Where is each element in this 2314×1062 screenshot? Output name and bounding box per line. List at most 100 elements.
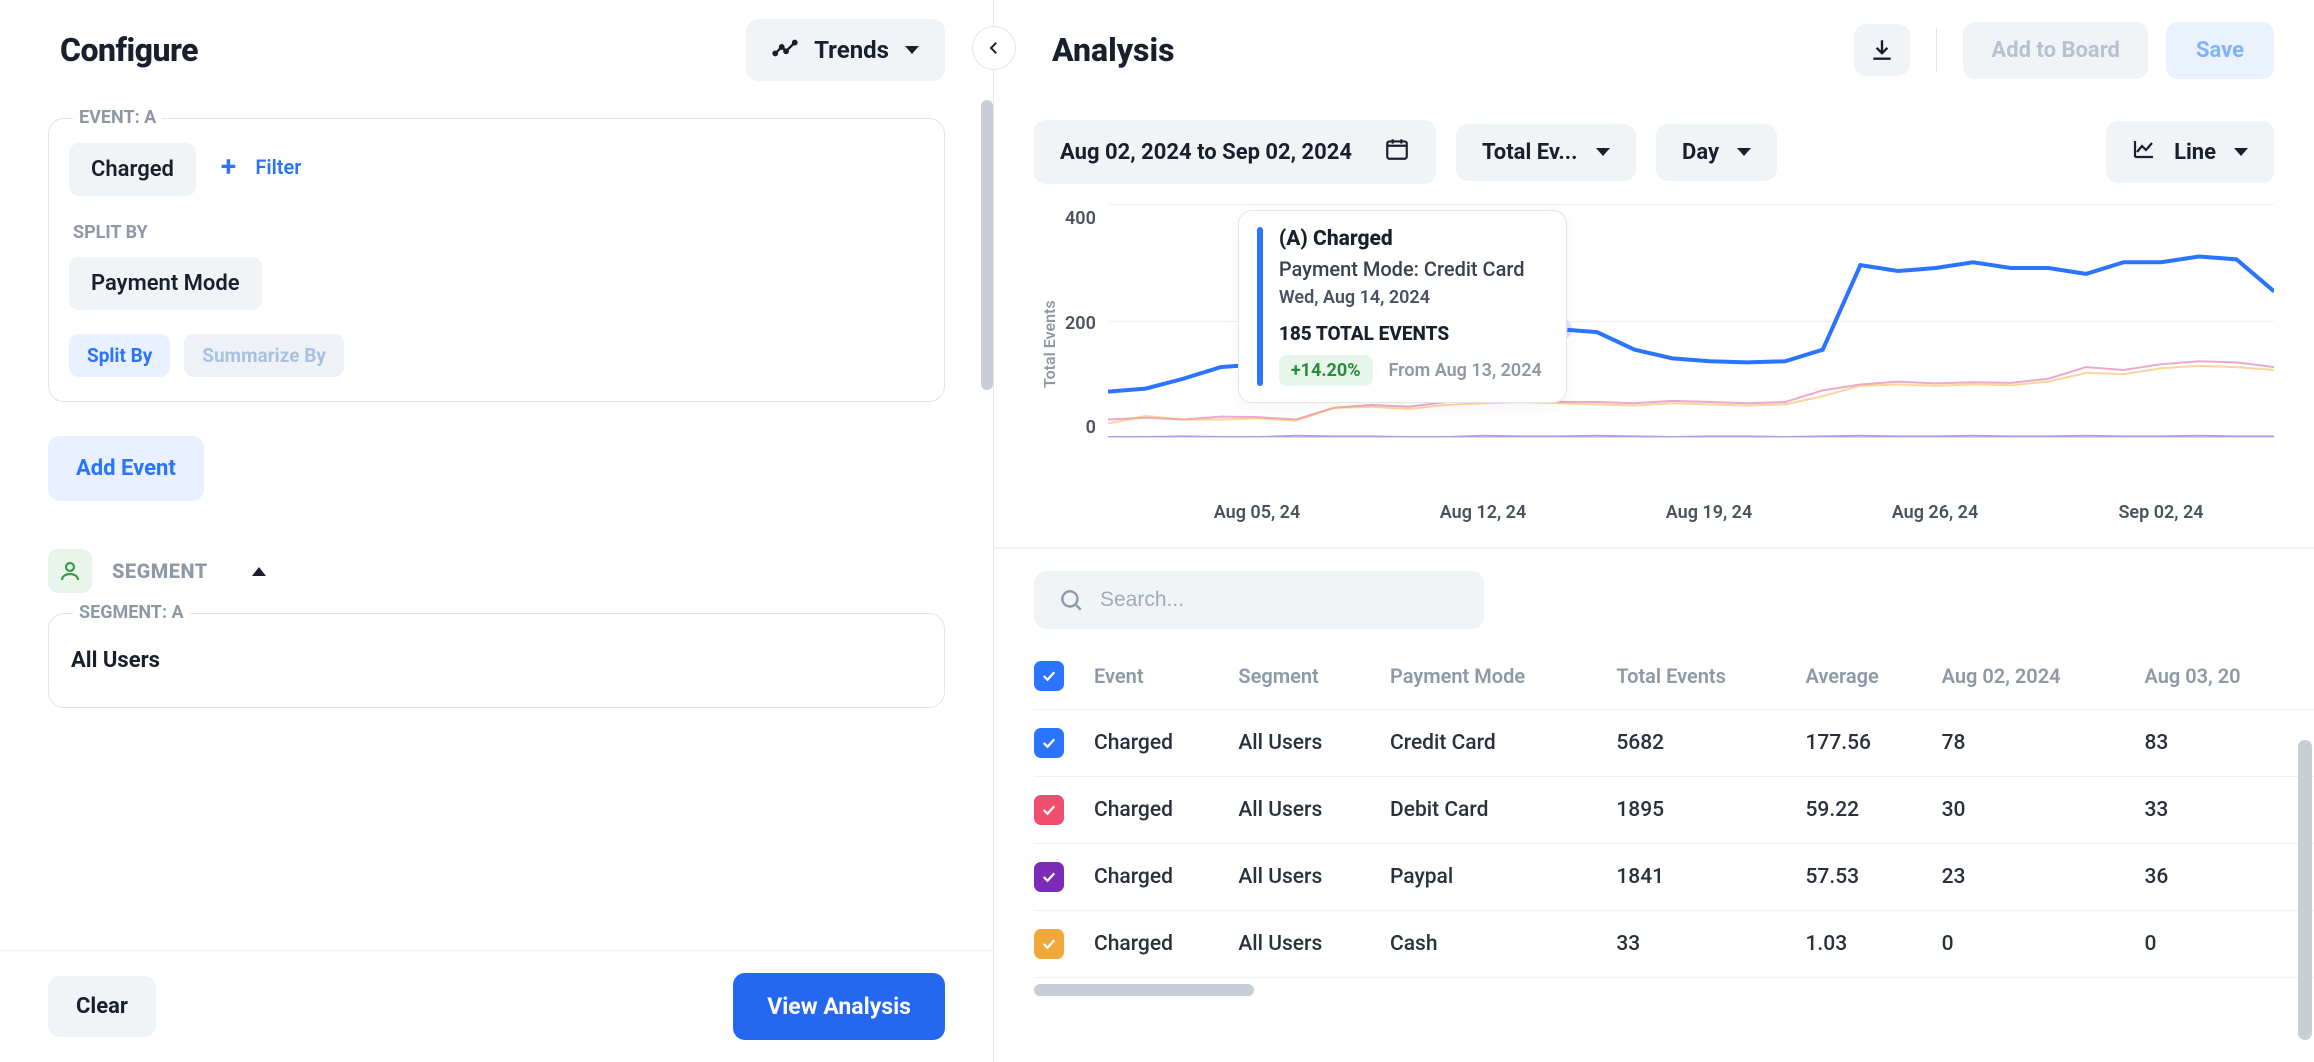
filter-label: Filter (255, 155, 301, 179)
row-checkbox[interactable] (1034, 795, 1064, 825)
row-checkbox[interactable] (1034, 728, 1064, 758)
cell-avg: 177.56 (1805, 709, 1941, 776)
configure-panel: Configure Trends EVENT: A (0, 0, 994, 1062)
metric-label: Total Ev... (1482, 140, 1578, 165)
cell-d2: 36 (2144, 843, 2314, 910)
cell-segment: All Users (1238, 776, 1390, 843)
cell-total: 5682 (1616, 709, 1805, 776)
vertical-scrollbar[interactable] (2298, 740, 2312, 1040)
chart-type-dropdown[interactable]: Line (2106, 121, 2274, 183)
col-payment-mode[interactable]: Payment Mode (1390, 645, 1616, 710)
plus-icon: + (213, 152, 243, 182)
x-tick: Aug 26, 24 (1822, 502, 2048, 523)
trends-icon (772, 35, 798, 65)
cell-event: Charged (1094, 843, 1238, 910)
chevron-down-icon (2234, 148, 2248, 156)
analysis-panel: Analysis Add to Board Save Aug 02, 2024 … (994, 0, 2314, 1062)
y-axis-label: Total Events (1034, 204, 1065, 484)
event-a-card: EVENT: A Charged + Filter SPLIT BY Payme… (48, 118, 945, 402)
segment-title: SEGMENT (112, 559, 208, 583)
cell-segment: All Users (1238, 709, 1390, 776)
split-value-chip[interactable]: Payment Mode (69, 257, 262, 310)
cell-segment: All Users (1238, 910, 1390, 977)
trends-dropdown[interactable]: Trends (746, 19, 945, 81)
data-table-wrap: Event Segment Payment Mode Total Events … (994, 645, 2314, 978)
search-icon (1058, 587, 1084, 613)
segment-a-label: SEGMENT: A (73, 602, 190, 623)
table-row[interactable]: ChargedAll UsersPaypal184157.532336 (1034, 843, 2314, 910)
chevron-down-icon (1737, 148, 1751, 156)
cell-event: Charged (1094, 709, 1238, 776)
x-tick: Aug 12, 24 (1370, 502, 1596, 523)
cell-d1: 23 (1942, 843, 2145, 910)
split-by-pill[interactable]: Split By (69, 334, 170, 377)
table-row[interactable]: ChargedAll UsersCredit Card5682177.56788… (1034, 709, 2314, 776)
chevron-up-icon (252, 567, 266, 576)
tooltip-change-badge: +14.20% (1279, 355, 1373, 386)
calendar-icon (1384, 136, 1410, 168)
plot[interactable]: (A) Charged Payment Mode: Credit Card We… (1108, 204, 2274, 438)
y-tick: 400 (1065, 208, 1096, 229)
x-tick: Sep 02, 24 (2048, 502, 2274, 523)
y-tick: 200 (1065, 313, 1096, 334)
analysis-title: Analysis (1052, 31, 1175, 69)
cell-mode: Credit Card (1390, 709, 1616, 776)
line-chart-icon (2132, 137, 2156, 167)
select-all-checkbox[interactable] (1034, 661, 1064, 691)
cell-d1: 0 (1942, 910, 2145, 977)
chart-tooltip: (A) Charged Payment Mode: Credit Card We… (1238, 210, 1567, 403)
date-range-picker[interactable]: Aug 02, 2024 to Sep 02, 2024 (1034, 120, 1436, 184)
x-ticks: Aug 05, 24 Aug 12, 24 Aug 19, 24 Aug 26,… (1034, 484, 2274, 523)
chevron-down-icon (905, 46, 919, 54)
col-total-events[interactable]: Total Events (1616, 645, 1805, 710)
row-checkbox[interactable] (1034, 862, 1064, 892)
col-date-2[interactable]: Aug 03, 20 (2144, 645, 2314, 710)
cell-d1: 78 (1942, 709, 2145, 776)
col-date-1[interactable]: Aug 02, 2024 (1942, 645, 2145, 710)
chart-area: Total Events 400 200 0 (A) Charged (994, 194, 2314, 533)
cell-total: 33 (1616, 910, 1805, 977)
chart-type-label: Line (2174, 140, 2216, 165)
add-filter-button[interactable]: + Filter (213, 152, 301, 182)
download-button[interactable] (1854, 24, 1910, 76)
segment-value[interactable]: All Users (69, 638, 162, 683)
metric-dropdown[interactable]: Total Ev... (1456, 124, 1636, 181)
save-button[interactable]: Save (2166, 22, 2274, 79)
segment-header[interactable]: SEGMENT (48, 549, 945, 593)
add-to-board-button[interactable]: Add to Board (1963, 22, 2148, 79)
divider (1936, 28, 1938, 72)
col-average[interactable]: Average (1805, 645, 1941, 710)
collapse-panel-button[interactable] (972, 26, 1016, 70)
col-event[interactable]: Event (1094, 645, 1238, 710)
split-by-label: SPLIT BY (73, 222, 924, 243)
cell-event: Charged (1094, 910, 1238, 977)
configure-footer: Clear View Analysis (0, 950, 993, 1062)
trends-label: Trends (814, 36, 889, 64)
scrollbar[interactable] (981, 100, 993, 390)
segment-a-card: SEGMENT: A All Users (48, 613, 945, 708)
x-tick: Aug 19, 24 (1596, 502, 1822, 523)
cell-d2: 0 (2144, 910, 2314, 977)
segment-actions-row (48, 736, 945, 750)
cell-total: 1841 (1616, 843, 1805, 910)
view-analysis-button[interactable]: View Analysis (733, 973, 945, 1040)
col-segment[interactable]: Segment (1238, 645, 1390, 710)
tooltip-date: Wed, Aug 14, 2024 (1279, 287, 1542, 308)
add-event-button[interactable]: Add Event (48, 436, 204, 501)
search-box[interactable] (1034, 571, 1484, 629)
chevron-down-icon (1596, 148, 1610, 156)
row-checkbox[interactable] (1034, 929, 1064, 959)
event-chip[interactable]: Charged (69, 143, 196, 196)
table-row[interactable]: ChargedAll UsersCash331.0300 (1034, 910, 2314, 977)
horizontal-scrollbar[interactable] (1034, 984, 1254, 996)
table-row[interactable]: ChargedAll UsersDebit Card189559.223033 (1034, 776, 2314, 843)
granularity-dropdown[interactable]: Day (1656, 124, 1777, 181)
tooltip-total: 185 TOTAL EVENTS (1279, 322, 1542, 345)
clear-button[interactable]: Clear (48, 976, 156, 1037)
summarize-by-pill[interactable]: Summarize By (184, 334, 344, 377)
user-icon (48, 549, 92, 593)
search-input[interactable] (1100, 588, 1460, 612)
cell-total: 1895 (1616, 776, 1805, 843)
granularity-label: Day (1682, 140, 1719, 165)
cell-mode: Debit Card (1390, 776, 1616, 843)
